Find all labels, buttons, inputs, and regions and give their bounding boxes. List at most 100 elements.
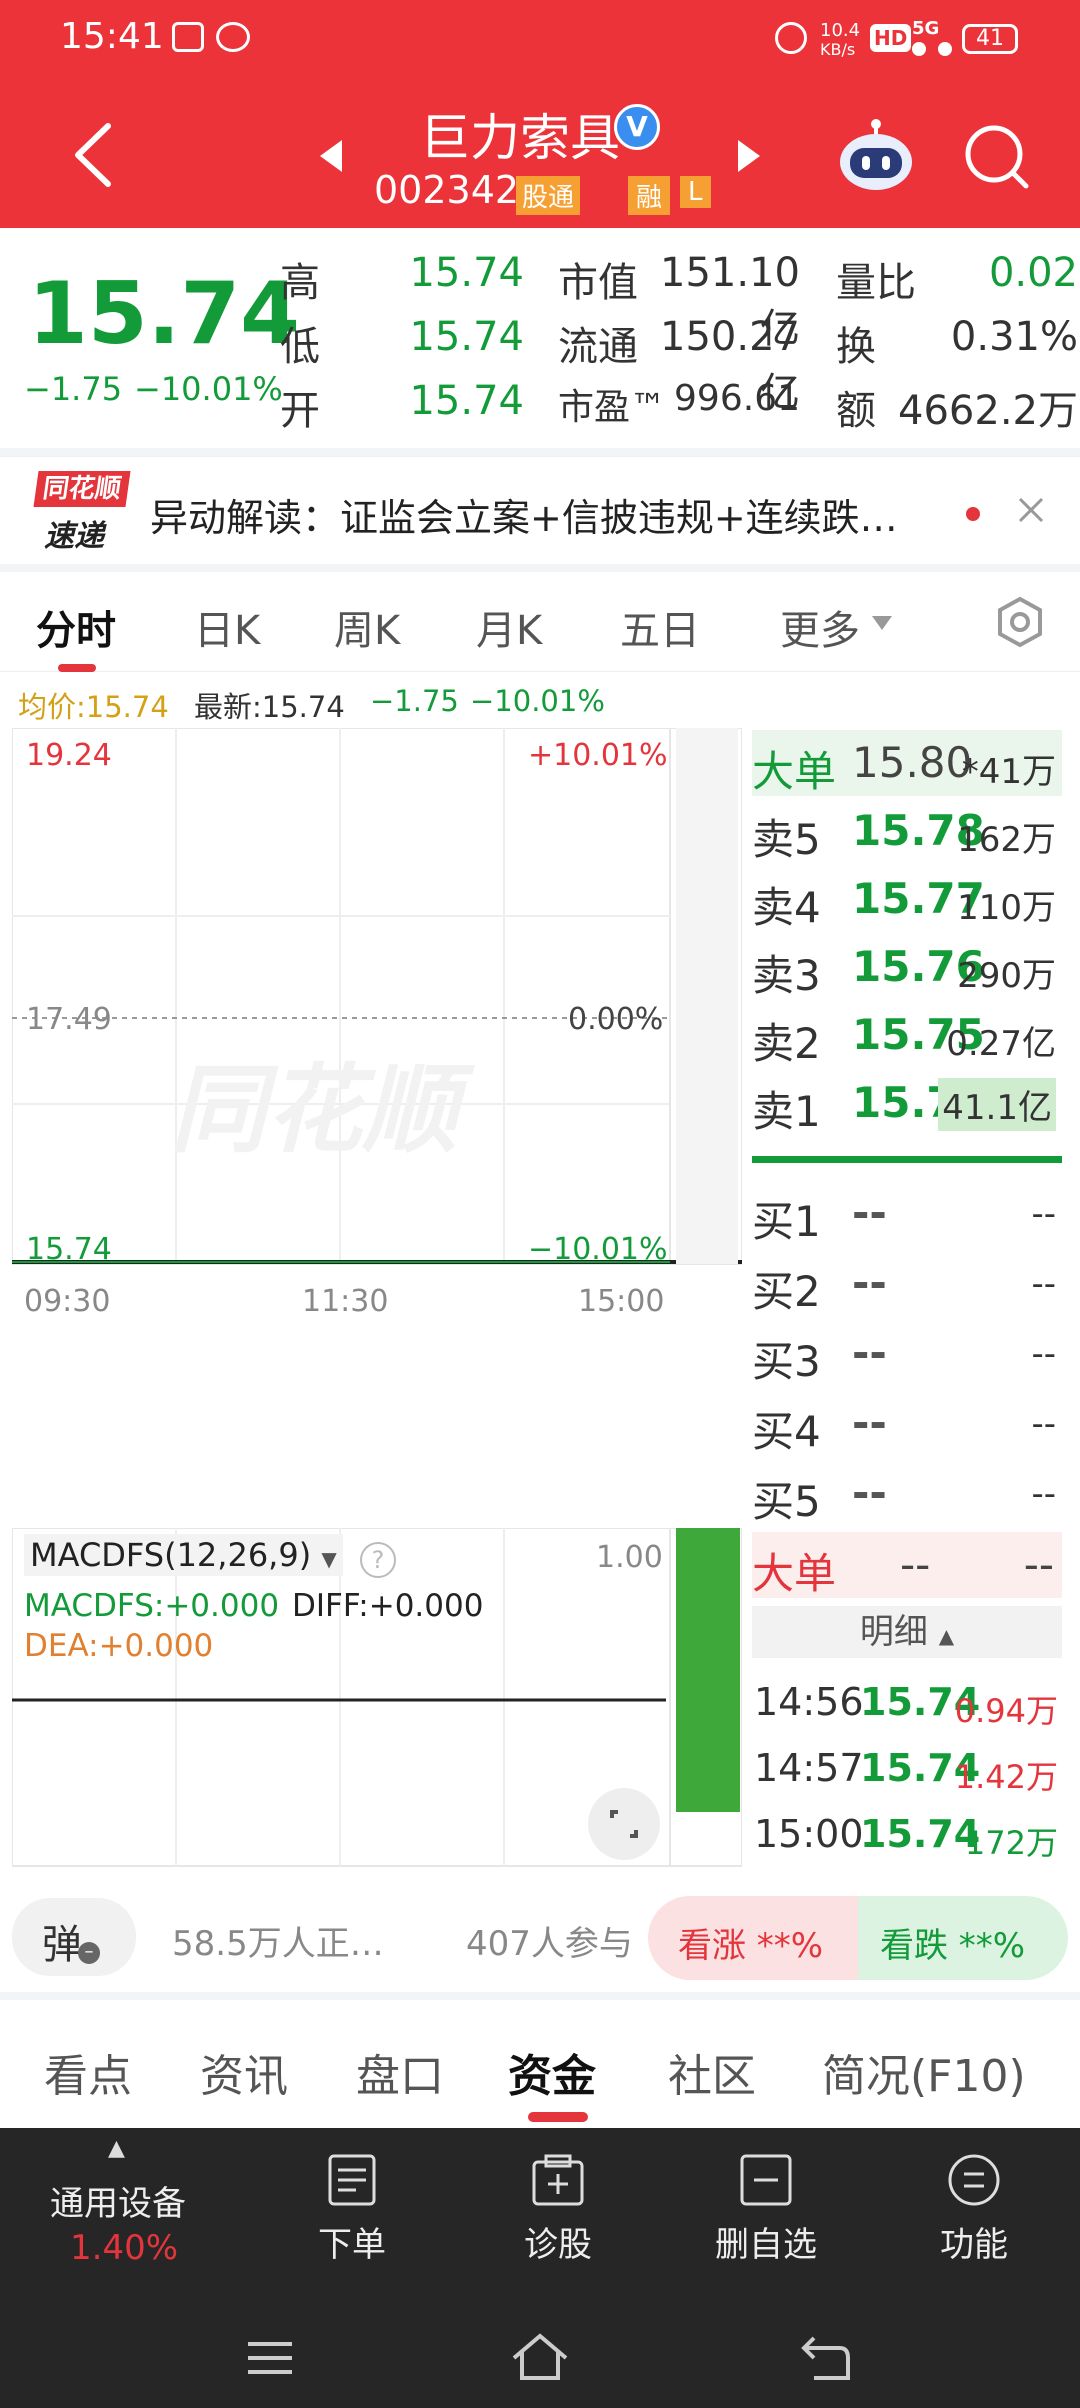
trade-time: 14:57 [754,1746,864,1790]
order-icon [328,2154,376,2206]
x-label-noon: 11:30 [302,1284,389,1319]
indicator-name: MACDFS(12,26,9) [30,1536,312,1574]
latest-price-label: 最新:15.74 [194,690,345,724]
bull-button[interactable]: 看涨 **% [648,1896,864,1980]
buy-level-row[interactable]: 买4 -- -- [752,1390,1062,1456]
buy-level-row[interactable]: 买5 -- -- [752,1460,1062,1526]
big-order-row[interactable]: 大单 15.80 *41万 [752,730,1062,796]
order-volume: -- [1031,1264,1056,1304]
open-value: 15.74 [409,378,524,424]
tab-highlights[interactable]: 看点 [44,2040,132,2104]
order-level-label: 买1 [752,1197,821,1246]
bear-button[interactable]: 看跌 **% [858,1896,1068,1980]
remove-watchlist-button[interactable]: 删自选 [666,2152,866,2266]
home-icon[interactable] [510,2332,570,2382]
battery-icon: 41 [962,24,1018,54]
trade-volume: 172万 [964,1824,1058,1862]
tab-weekly-k[interactable]: 周K [334,598,400,656]
margin-tag: 融 [628,176,671,215]
tab-daily-k[interactable]: 日K [194,598,260,656]
high-label: 高 [280,260,320,306]
big-order-vol-2: -- [1023,1540,1054,1589]
minus-icon: – [78,1942,100,1964]
battery-level: 41 [976,26,1004,51]
big-order-label: 大单 [752,747,837,796]
low-value: 15.74 [409,314,524,360]
quote-summary: 15.74 −1.75 −10.01% 高 低 开 15.74 15.74 15… [0,228,1080,456]
turnover-value: 0.31% [950,314,1078,360]
functions-label: 功能 [940,2225,1008,2265]
sector-item[interactable]: ▲ 通用设备 1.40% [28,2136,218,2286]
diagnose-label: 诊股 [524,2225,592,2265]
tab-capital[interactable]: 资金 [508,2040,596,2104]
functions-button[interactable]: 功能 [874,2152,1074,2266]
ai-assistant-icon[interactable] [836,118,916,194]
chevron-down-icon[interactable] [870,614,894,632]
menu-circle-icon [948,2154,1000,2206]
status-time: 15:41 [60,16,164,57]
tab-community[interactable]: 社区 [668,2040,756,2104]
trade-time: 14:56 [754,1680,864,1724]
sell-level-row[interactable]: 卖2 15.75 0.27亿 [752,1002,1062,1068]
sell-level-row[interactable]: 卖5 15.78 162万 [752,798,1062,864]
big-order-price: 15.80 [852,738,973,787]
bear-label: 看跌 **% [880,1926,1026,1966]
sell-level-row[interactable]: 卖4 15.77 110万 [752,866,1062,932]
pe-value: 996.61 [674,378,800,419]
tab-handicap[interactable]: 盘口 [356,2040,444,2104]
menu-icon[interactable] [244,2338,296,2378]
order-level-label: 卖2 [752,1019,821,1068]
current-price: 15.74 [28,264,301,364]
back-icon[interactable] [70,120,116,190]
indicator-selector[interactable]: MACDFS(12,26,9) ▼ [24,1534,343,1576]
order-button[interactable]: 下单 [252,2152,452,2266]
order-price: -- [852,1188,887,1237]
bull-label: 看涨 **% [678,1926,824,1966]
tab-monthly-k[interactable]: 月K [476,598,542,656]
order-level-label: 买5 [752,1477,821,1526]
tab-five-day[interactable]: 五日 [620,598,700,656]
amount-value: 4662.2万 [898,388,1078,434]
back-nav-icon[interactable] [800,2334,852,2382]
fullscreen-button[interactable] [588,1788,660,1860]
prev-stock-icon[interactable] [318,138,344,174]
diagnose-icon [532,2154,584,2206]
info-tabs: 看点 资讯 盘口 资金 社区 简况(F10) [0,2000,1080,2128]
order-volume: 290万 [957,956,1056,996]
bullet-comment-toggle[interactable]: 弹 – [12,1898,136,1976]
dea-value: DEA:+0.000 [24,1628,214,1664]
help-icon[interactable]: ? [360,1542,396,1578]
diagnose-button[interactable]: 诊股 [458,2152,658,2266]
tab-profile-f10[interactable]: 简况(F10) [822,2040,1026,2104]
sell-level-row[interactable]: 卖3 15.76 290万 [752,934,1062,1000]
x-label-close: 15:00 [578,1284,665,1319]
sell-level-row[interactable]: 卖1 15.74 41.1亿 [752,1070,1062,1136]
order-volume: 110万 [957,888,1056,928]
news-logo-top: 同花顺 [33,471,131,507]
settings-icon[interactable] [994,596,1046,648]
tab-minute[interactable]: 分时 [36,598,116,656]
float-label: 流通 [558,324,638,370]
news-logo: 同花顺 速递 [33,471,131,554]
order-volume: -- [1031,1194,1056,1234]
close-icon[interactable] [1016,495,1046,525]
indicator-top-value: 1.00 [596,1540,663,1575]
trade-volume: 1.42万 [954,1758,1058,1796]
y-bot-price: 15.74 [26,1232,112,1267]
order-price: -- [852,1328,887,1377]
next-stock-icon[interactable] [736,138,762,174]
buy-level-row[interactable]: 买1 -- -- [752,1180,1062,1246]
signal-icon [912,38,952,56]
news-strip[interactable]: 同花顺 速递 异动解读：证监会立案+信披违规+连续跌… [0,456,1080,564]
verified-icon: V [614,104,660,150]
remove-watchlist-label: 删自选 [715,2225,817,2265]
tab-news[interactable]: 资讯 [200,2040,288,2104]
search-icon[interactable] [962,122,1032,192]
detail-toggle[interactable]: 明细 ▲ [752,1606,1062,1658]
vol-ratio-value: 0.02 [988,250,1078,296]
caret-up-icon: ▲ [938,1624,955,1648]
buy-level-row[interactable]: 买3 -- -- [752,1320,1062,1386]
buy-level-row[interactable]: 买2 -- -- [752,1250,1062,1316]
tab-more[interactable]: 更多 [780,598,860,656]
big-order-row-2[interactable]: 大单 -- -- [752,1532,1062,1598]
